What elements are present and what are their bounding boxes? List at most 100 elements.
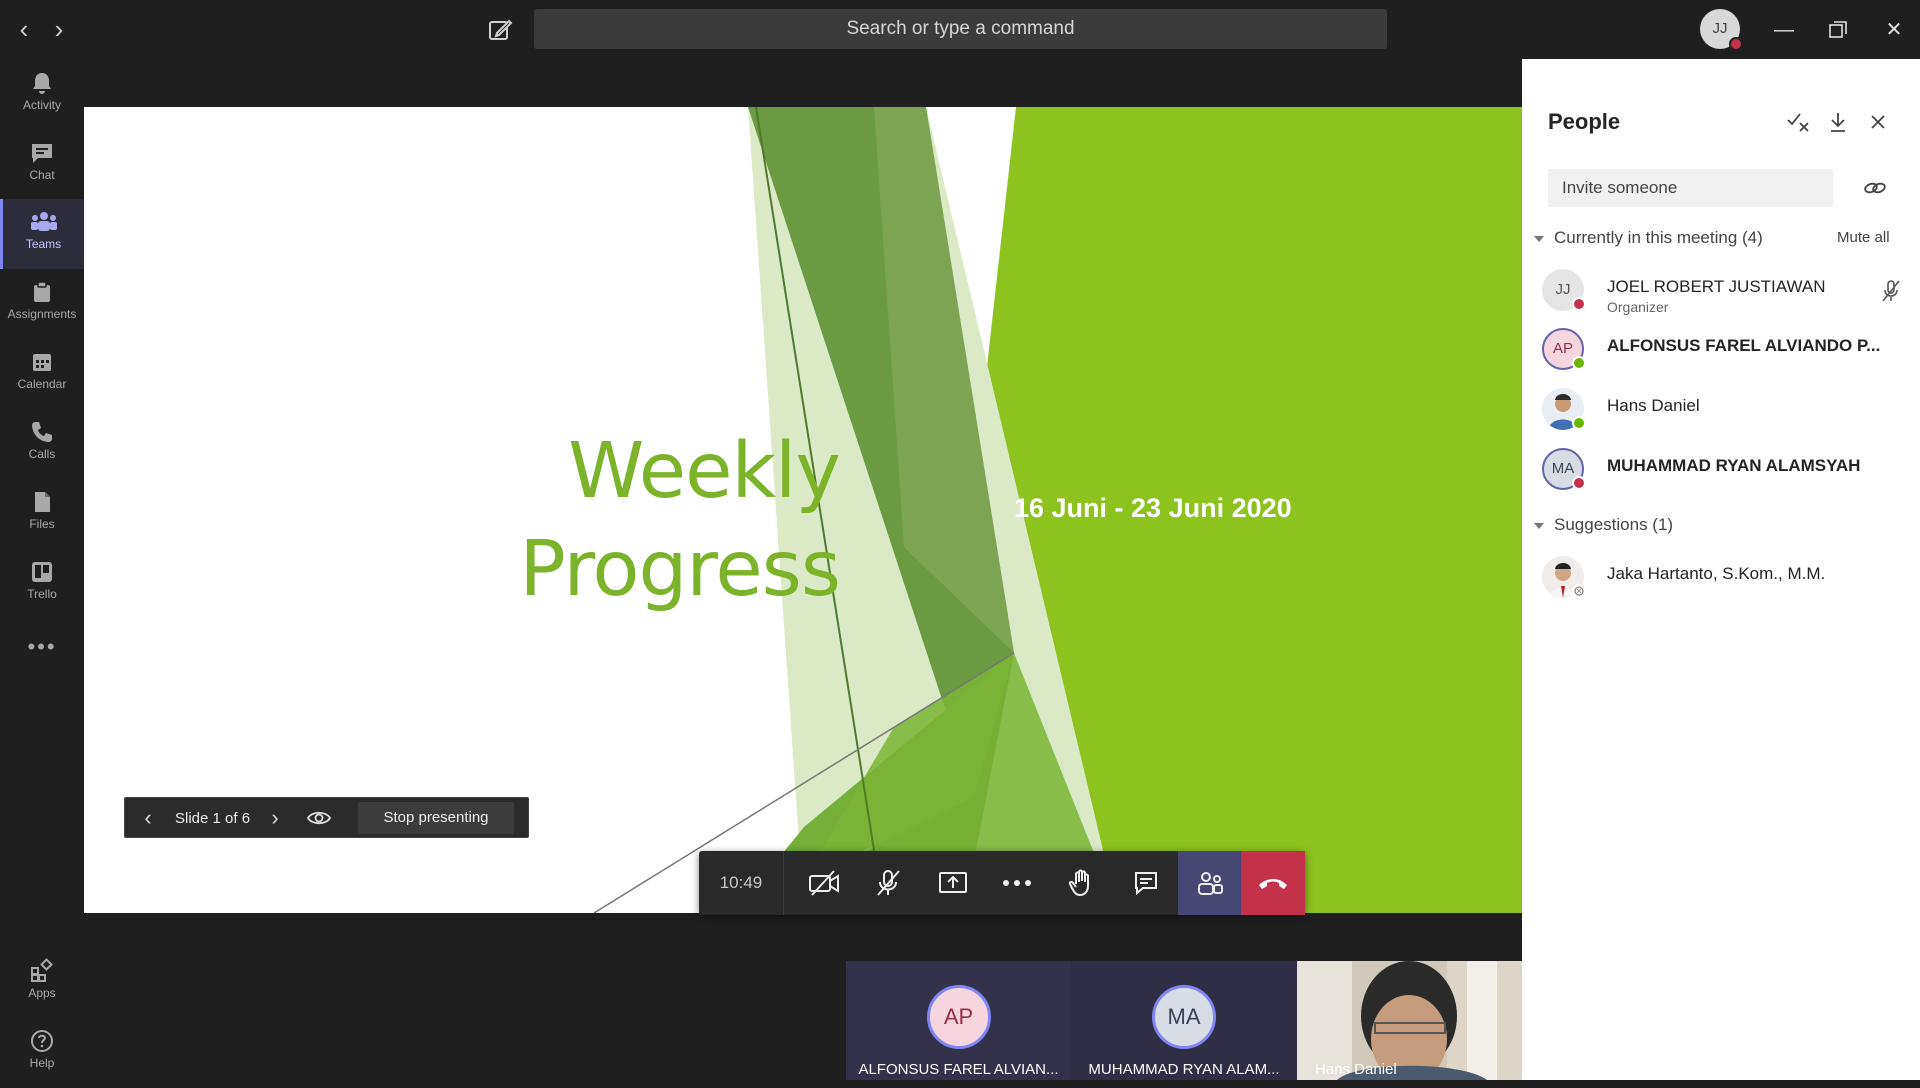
tile-avatar: AP <box>926 985 991 1049</box>
rail-item-teams[interactable]: Teams <box>0 199 84 269</box>
tile-avatar: MA <box>1152 985 1216 1049</box>
rail-item-chat[interactable]: Chat <box>0 130 84 200</box>
minimize-icon[interactable]: — <box>1767 13 1801 47</box>
chat-icon <box>32 144 52 163</box>
status-offline-indicator <box>1572 584 1586 598</box>
close-icon[interactable]: ✕ <box>1877 13 1911 47</box>
rail-label: Trello <box>27 587 57 601</box>
rail-item-calls[interactable]: Calls <box>0 409 84 479</box>
participant-tile[interactable]: AP ALFONSUS FAREL ALVIAN... <box>846 961 1071 1080</box>
close-panel-icon[interactable] <box>1864 108 1892 136</box>
calendar-icon <box>33 354 51 371</box>
search-input[interactable]: Search or type a command <box>534 9 1387 49</box>
slide-title-line1: Weekly <box>568 427 841 516</box>
back-icon[interactable]: ‹ <box>9 14 39 44</box>
teams-icon <box>30 212 57 231</box>
hang-up-icon <box>1259 879 1287 889</box>
panel-title: People <box>1548 109 1621 134</box>
attendance-check-icon[interactable] <box>1784 108 1812 136</box>
rail-item-activity[interactable]: Activity <box>0 60 84 130</box>
participant-tile[interactable]: MA MUHAMMAD RYAN ALAM... <box>1071 961 1297 1080</box>
more-actions-button[interactable] <box>985 851 1049 915</box>
suggestions-section-label: Suggestions (1) <box>1554 515 1674 534</box>
chevron-down-icon <box>1534 235 1544 242</box>
participant-role: Organizer <box>1607 299 1669 315</box>
previous-slide-icon[interactable]: ‹ <box>136 804 160 832</box>
rail-label: Files <box>29 517 55 531</box>
forward-icon[interactable]: › <box>44 14 74 44</box>
rail-label: Help <box>29 1056 55 1070</box>
rail-label: Apps <box>28 986 56 1000</box>
share-screen-icon <box>939 872 967 893</box>
participant-tile[interactable]: Hans Daniel <box>1297 961 1522 1080</box>
chat-icon <box>1135 872 1157 896</box>
title-bar: ‹ › Search or type a command JJ — ✕ <box>0 0 1920 59</box>
more-icon[interactable]: ••• <box>0 634 84 674</box>
rail-item-trello[interactable]: Trello <box>0 549 84 619</box>
people-panel: People Invite someone Currently in this … <box>1522 59 1920 1080</box>
video-gallery: AP ALFONSUS FAREL ALVIAN... MA MUHAMMAD … <box>846 961 1522 1080</box>
slide-controls: ‹ Slide 1 of 6 › Stop presenting <box>124 797 529 838</box>
camera-off-icon <box>809 870 839 896</box>
trello-icon <box>32 562 52 582</box>
participant-name: ALFONSUS FAREL ALVIANDO P... <box>1607 336 1881 355</box>
rail-item-calendar[interactable]: Calendar <box>0 339 84 409</box>
tile-name: MUHAMMAD RYAN ALAM... <box>1088 1061 1280 1078</box>
meeting-section-label: Currently in this meeting (4) <box>1554 228 1763 247</box>
rail-item-apps[interactable]: Apps <box>0 948 84 1018</box>
mute-all-button[interactable]: Mute all <box>1837 229 1890 246</box>
eye-icon[interactable] <box>306 807 332 829</box>
participant-row[interactable]: MA MUHAMMAD RYAN ALAMSYAH <box>1542 444 1912 494</box>
files-icon <box>35 492 50 512</box>
assignments-icon <box>34 281 50 302</box>
hang-up-button[interactable] <box>1241 851 1305 915</box>
slide-counter: Slide 1 of 6 <box>175 810 251 827</box>
tile-name: Hans Daniel <box>1315 1061 1397 1078</box>
avatar-initials: JJ <box>1712 20 1728 37</box>
mic-off-icon <box>877 870 900 896</box>
apps-icon <box>31 958 53 982</box>
restore-icon[interactable] <box>1821 13 1855 47</box>
hand-icon <box>1068 869 1089 896</box>
phone-icon <box>32 422 52 442</box>
rail-item-files[interactable]: Files <box>0 479 84 549</box>
participant-row[interactable]: JJ JOEL ROBERT JUSTIAWAN Organizer <box>1542 265 1912 315</box>
meeting-section-header[interactable]: Currently in this meeting (4) <box>1534 228 1763 248</box>
rail-item-assignments[interactable]: Assignments <box>0 269 84 339</box>
next-slide-icon[interactable]: › <box>263 804 287 832</box>
participant-row[interactable]: AP ALFONSUS FAREL ALVIANDO P... <box>1542 324 1912 374</box>
mic-off-icon[interactable] <box>1879 279 1903 303</box>
invite-input[interactable]: Invite someone <box>1548 169 1833 207</box>
rail-item-help[interactable]: Help <box>0 1018 84 1088</box>
chat-button[interactable] <box>1114 851 1178 915</box>
mute-button[interactable] <box>856 851 920 915</box>
suggestions-section-header[interactable]: Suggestions (1) <box>1534 515 1673 535</box>
call-controls: 10:49 <box>699 851 1305 915</box>
app-rail: Activity Chat Teams Assignments Calendar… <box>0 59 84 1080</box>
suggestion-row[interactable]: Jaka Hartanto, S.Kom., M.M. <box>1542 552 1912 602</box>
shared-slide: Weekly Progress 16 Juni - 23 Juni 2020 <box>84 107 1522 913</box>
avatar[interactable]: JJ <box>1700 9 1743 51</box>
rail-label: Activity <box>22 98 61 112</box>
status-busy-indicator <box>1572 297 1586 311</box>
compose-icon[interactable] <box>484 14 516 46</box>
camera-off-button[interactable] <box>792 851 856 915</box>
raise-hand-button[interactable] <box>1050 851 1114 915</box>
download-icon[interactable] <box>1824 108 1852 136</box>
participants-button[interactable] <box>1178 851 1242 915</box>
chevron-down-icon <box>1534 522 1544 529</box>
stop-presenting-button[interactable]: Stop presenting <box>358 802 514 834</box>
participant-row[interactable]: Hans Daniel <box>1542 384 1912 434</box>
call-timer: 10:49 <box>699 851 784 915</box>
link-icon[interactable] <box>1862 176 1888 200</box>
status-indicator <box>1729 37 1743 51</box>
participant-name: MUHAMMAD RYAN ALAMSYAH <box>1607 456 1861 475</box>
status-busy-indicator <box>1572 476 1586 490</box>
rail-label: Teams <box>25 237 62 251</box>
status-available-indicator <box>1572 416 1586 430</box>
participant-name: Hans Daniel <box>1607 396 1700 415</box>
people-icon <box>1198 872 1223 895</box>
share-button[interactable] <box>921 851 985 915</box>
slide-title: Weekly Progress <box>424 423 841 619</box>
rail-label: Chat <box>29 168 55 182</box>
